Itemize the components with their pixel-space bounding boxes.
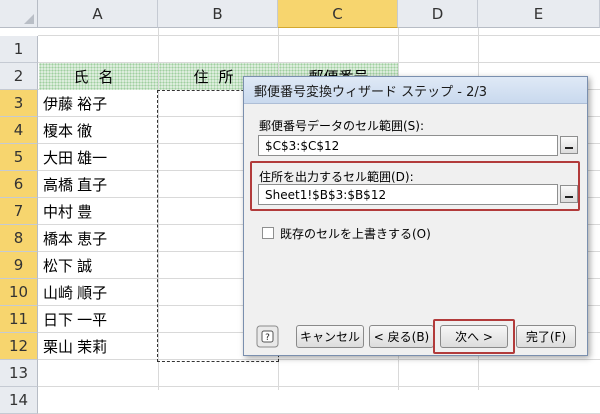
name-cell[interactable]: 高橋 直子 (39, 171, 157, 198)
select-all-corner[interactable] (0, 0, 38, 28)
column-header-d[interactable]: D (398, 0, 478, 28)
help-icon-glyph: ? (265, 333, 270, 343)
address-range-label: 住所を出力するセル範囲(D): (259, 170, 414, 184)
postal-range-label: 郵便番号データのセル範囲(S): (259, 119, 425, 133)
header-cell-name[interactable]: 氏名 (39, 63, 158, 90)
name-cell[interactable]: 中村 豊 (39, 198, 157, 225)
name-cell[interactable]: 山崎 順子 (39, 279, 157, 306)
name-cell[interactable]: 榎本 徹 (39, 117, 157, 144)
column-header-c[interactable]: C (278, 0, 398, 28)
name-cell[interactable]: 日下 一平 (39, 306, 157, 333)
row-header-2[interactable]: 2 (0, 63, 38, 90)
finish-button[interactable]: 完了(F) (516, 325, 576, 348)
cancel-button[interactable]: キャンセル (296, 325, 364, 348)
name-cell[interactable]: 伊藤 裕子 (39, 90, 157, 117)
back-button[interactable]: < 戻る(B) (369, 325, 434, 348)
row-header-11[interactable]: 11 (0, 306, 38, 333)
row-header-14[interactable]: 14 (0, 387, 38, 414)
gridline (38, 386, 600, 387)
row-header-10[interactable]: 10 (0, 279, 38, 306)
address-range-picker-icon[interactable] (560, 185, 578, 203)
name-cell[interactable]: 大田 雄一 (39, 144, 157, 171)
help-icon: ? (256, 325, 279, 348)
row-header-1[interactable]: 1 (0, 36, 38, 63)
postal-range-picker-icon[interactable] (560, 136, 578, 154)
dialog-titlebar[interactable]: 郵便番号変換ウィザード ステップ - 2/3 (244, 77, 587, 104)
row-header-4[interactable]: 4 (0, 117, 38, 144)
row-header-6[interactable]: 6 (0, 171, 38, 198)
row-header-5[interactable]: 5 (0, 144, 38, 171)
next-button[interactable]: 次へ > (440, 325, 508, 348)
row-header-3[interactable]: 3 (0, 90, 38, 117)
column-header-e[interactable]: E (478, 0, 600, 28)
column-header-a[interactable]: A (38, 0, 158, 28)
overwrite-checkbox[interactable] (262, 227, 274, 239)
row-header-13[interactable]: 13 (0, 360, 38, 387)
name-cell[interactable]: 橋本 恵子 (39, 225, 157, 252)
name-cell[interactable]: 栗山 茉莉 (39, 333, 157, 360)
address-range-input[interactable]: Sheet1!$B$3:$B$12 (258, 184, 558, 205)
gridline (38, 35, 600, 36)
row-header-12[interactable]: 12 (0, 333, 38, 360)
row-header-9[interactable]: 9 (0, 252, 38, 279)
name-cell[interactable]: 松下 誠 (39, 252, 157, 279)
postal-conversion-wizard-dialog: 郵便番号変換ウィザード ステップ - 2/3 郵便番号データのセル範囲(S): … (243, 76, 588, 356)
dialog-title: 郵便番号変換ウィザード ステップ - 2/3 (254, 84, 488, 100)
overwrite-label[interactable]: 既存のセルを上書きする(O) (280, 225, 431, 242)
row-header-8[interactable]: 8 (0, 225, 38, 252)
help-button[interactable]: ? (256, 325, 279, 348)
row-header-7[interactable]: 7 (0, 198, 38, 225)
postal-range-input[interactable]: $C$3:$C$12 (258, 135, 558, 156)
column-header-b[interactable]: B (158, 0, 278, 28)
